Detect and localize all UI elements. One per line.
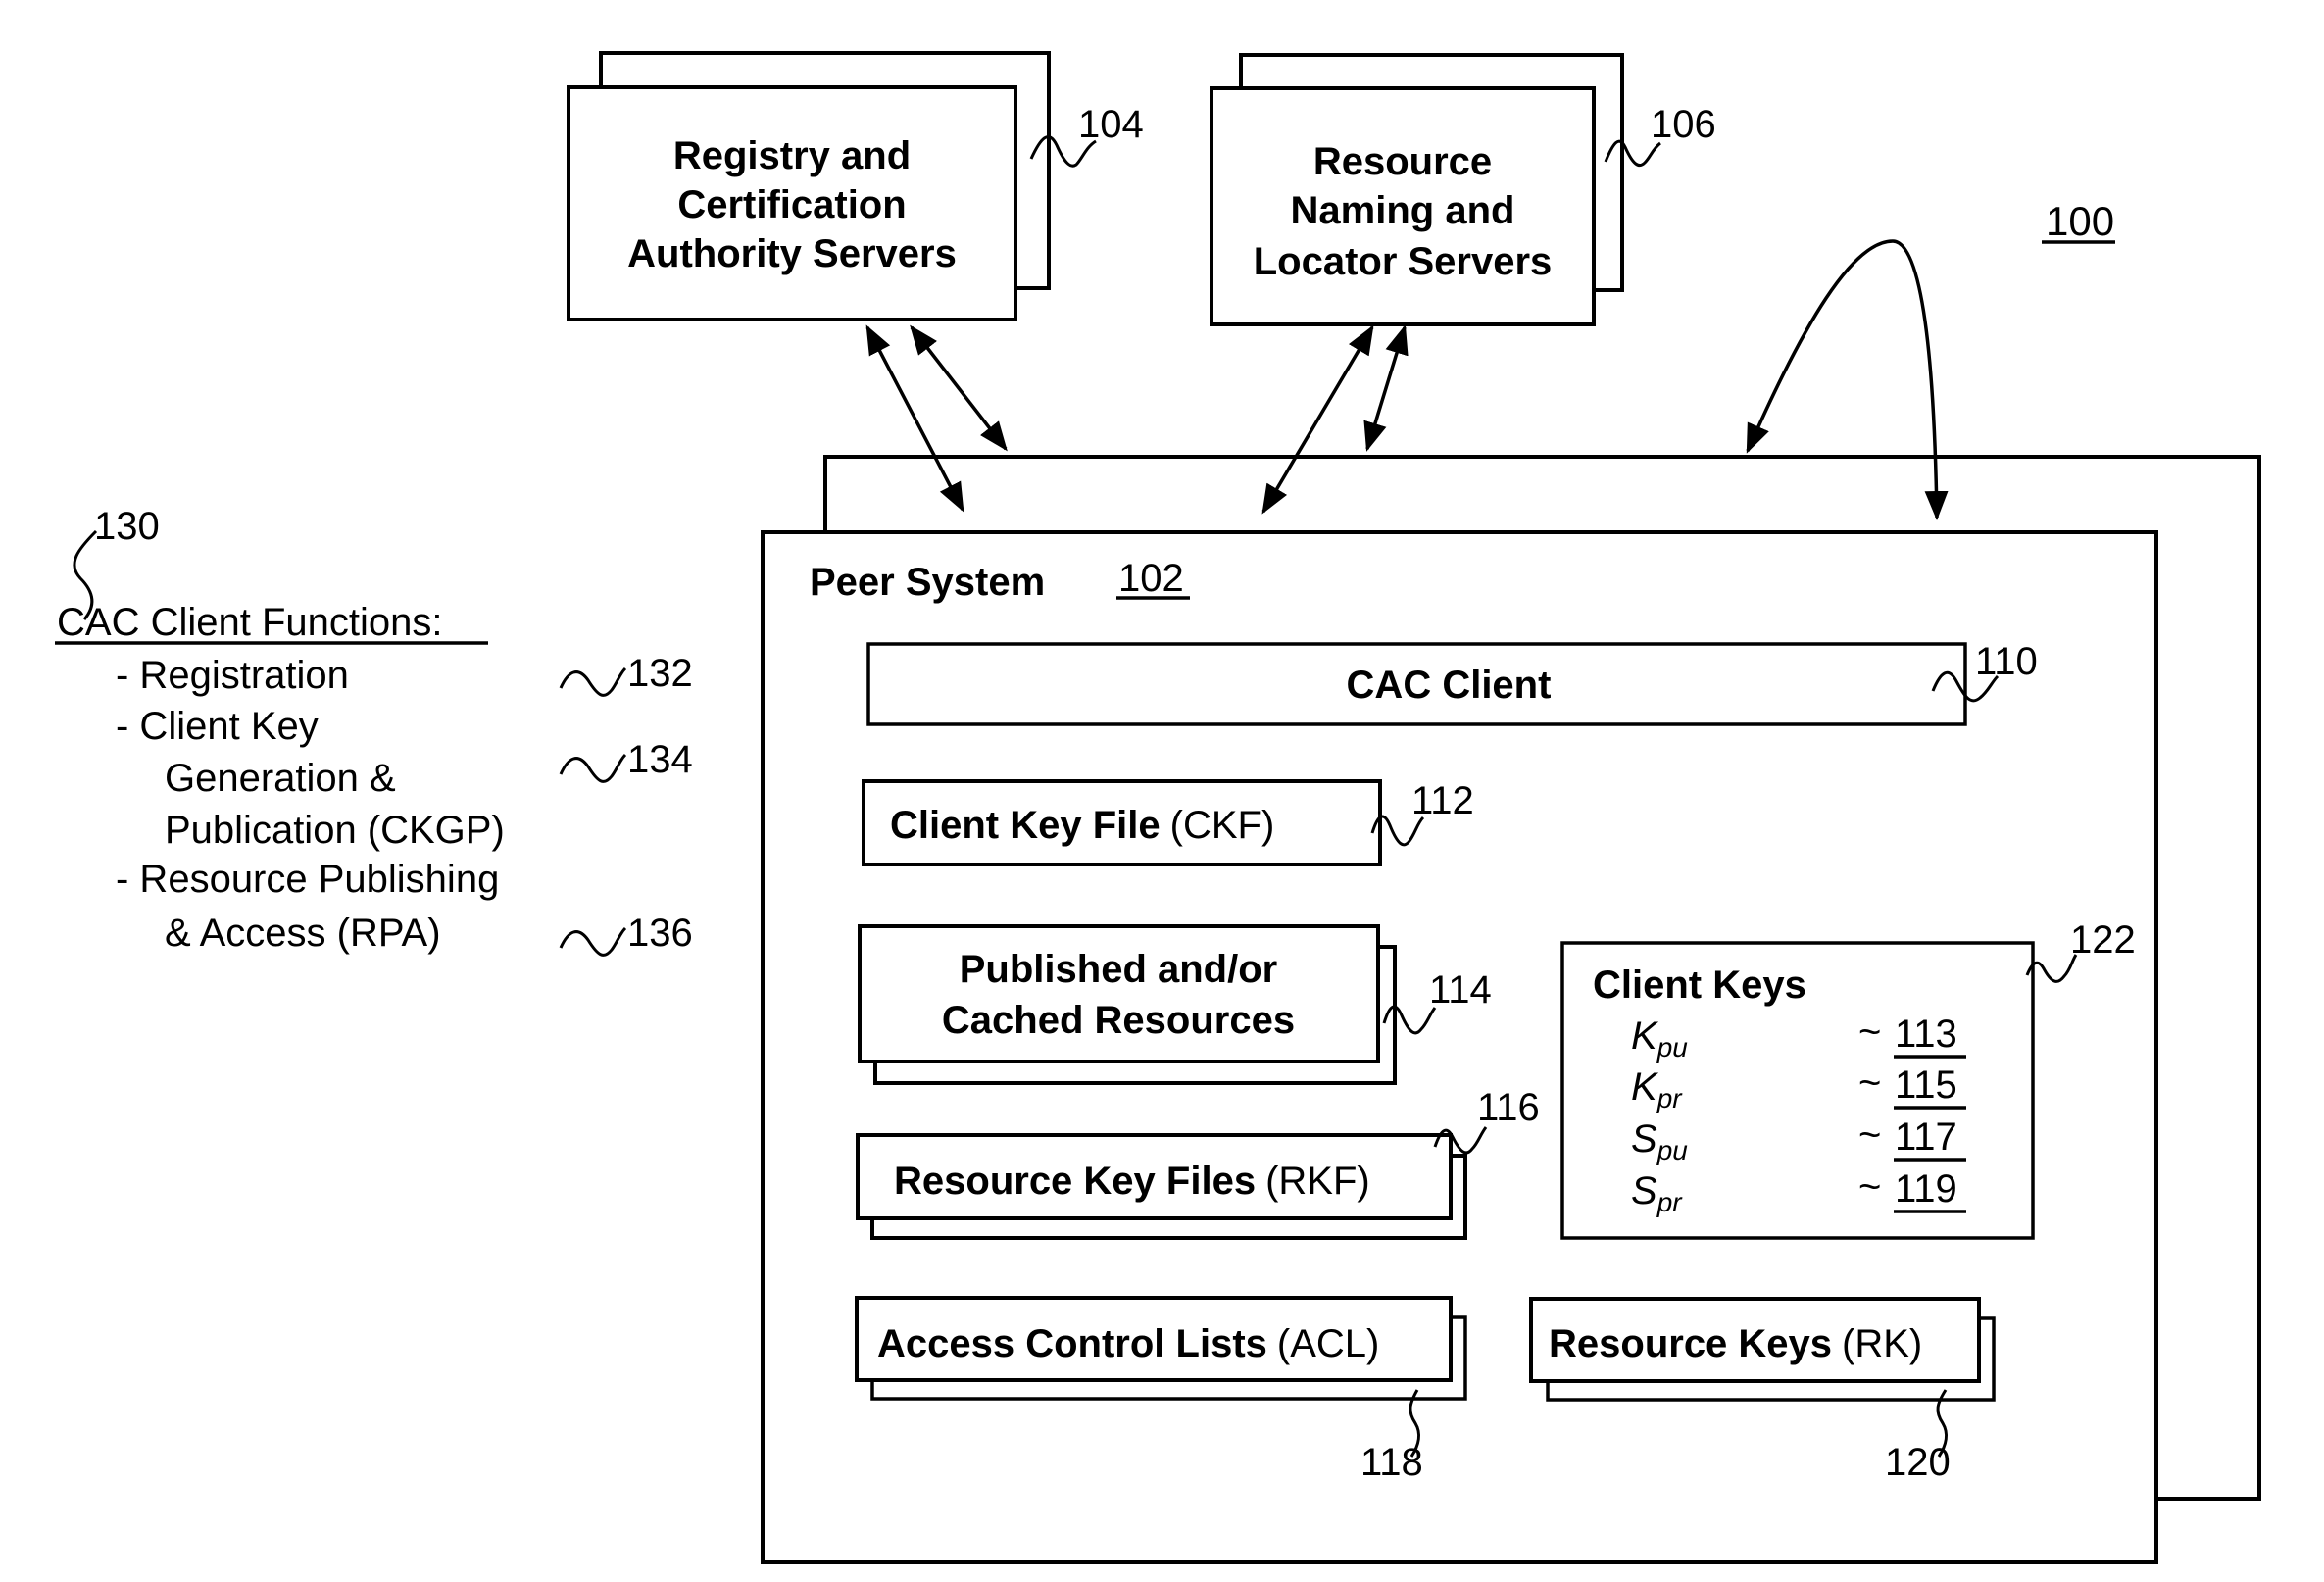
ref-leader-134-icon xyxy=(559,753,627,783)
naming-servers-stack: Resource Naming and Locator Servers xyxy=(1210,53,1624,326)
client-keys-title: Client Keys xyxy=(1593,964,1806,1007)
resource-keys-ref: 120 xyxy=(1885,1441,1951,1484)
function-ckgp-ref: 134 xyxy=(627,738,693,781)
naming-servers-line-1: Resource xyxy=(1313,140,1492,183)
published-resources-ref: 114 xyxy=(1429,968,1492,1012)
resource-key-files-ref: 116 xyxy=(1477,1086,1540,1129)
acl-label-abbr: (ACL) xyxy=(1277,1322,1379,1365)
client-key-ref: 119 xyxy=(1895,1167,1957,1211)
function-rpa-line-2: & Access (RPA) xyxy=(165,912,441,955)
function-registration-line-1: - Registration xyxy=(116,654,349,697)
registry-servers-line-1: Registry and xyxy=(673,134,911,177)
acl-ref: 118 xyxy=(1360,1441,1423,1484)
tilde-icon: ~ xyxy=(1858,1011,1881,1054)
registry-servers-line-3: Authority Servers xyxy=(627,232,957,275)
naming-servers-ref: 106 xyxy=(1651,103,1716,146)
client-key-file-label: Client Key File (CKF) xyxy=(890,804,1274,847)
cac-client-label: CAC Client xyxy=(1347,664,1552,707)
registry-servers-ref: 104 xyxy=(1078,103,1144,146)
figure-label: 100 xyxy=(2046,198,2114,244)
tilde-icon: ~ xyxy=(1858,1165,1881,1209)
client-key-base: K xyxy=(1631,1014,1659,1058)
resource-key-files-label: Resource Key Files (RKF) xyxy=(894,1160,1370,1203)
client-key-ref: 115 xyxy=(1895,1063,1957,1107)
arrow-registry-peer-back xyxy=(910,324,1008,452)
function-rpa-line-1: - Resource Publishing xyxy=(116,858,499,901)
function-registration-ref: 132 xyxy=(627,652,693,695)
naming-servers-line-3: Locator Servers xyxy=(1254,240,1553,283)
resource-key-files-label-bold: Resource Key Files xyxy=(894,1160,1256,1203)
peer-system-ref: 102 xyxy=(1118,557,1184,600)
resource-key-files-label-abbr: (RKF) xyxy=(1265,1160,1370,1203)
client-keys-ref: 122 xyxy=(2070,918,2136,962)
patent-diagram: 100 Registry and Certification Authority… xyxy=(55,51,2261,1564)
client-key-base: K xyxy=(1631,1065,1659,1109)
acl-label-bold: Access Control Lists xyxy=(877,1322,1267,1365)
client-key-subscript: pr xyxy=(1656,1083,1684,1113)
client-key-subscript: pr xyxy=(1656,1187,1684,1217)
resource-keys-label-bold: Resource Keys xyxy=(1549,1322,1832,1365)
function-ckgp-line-2: Generation & xyxy=(165,757,396,800)
client-key-base: S xyxy=(1631,1117,1657,1161)
published-resources-line-2: Cached Resources xyxy=(942,999,1295,1042)
function-ckgp-line-3: Publication (CKGP) xyxy=(165,809,505,852)
resource-keys-label-abbr: (RK) xyxy=(1842,1322,1922,1365)
client-key-file-ref: 112 xyxy=(1411,779,1474,822)
peer-system-title: Peer System xyxy=(810,561,1045,604)
registry-servers-stack: Registry and Certification Authority Ser… xyxy=(567,51,1051,321)
ref-leader-132-icon xyxy=(559,667,627,697)
client-key-file-label-abbr: (CKF) xyxy=(1170,804,1275,847)
registry-servers-line-2: Certification xyxy=(677,183,906,226)
cac-client-ref: 110 xyxy=(1975,640,2038,683)
client-key-subscript: pu xyxy=(1656,1135,1689,1165)
function-ckgp-line-1: - Client Key xyxy=(116,705,319,748)
client-key-ref: 113 xyxy=(1895,1013,1957,1056)
tilde-icon: ~ xyxy=(1858,1113,1881,1157)
client-key-subscript: pu xyxy=(1656,1032,1689,1063)
resource-keys-label: Resource Keys (RK) xyxy=(1549,1322,1922,1365)
naming-servers-line-2: Naming and xyxy=(1291,189,1515,232)
client-key-file-label-bold: Client Key File xyxy=(890,804,1161,847)
client-functions-ref: 130 xyxy=(94,505,160,548)
client-key-ref: 117 xyxy=(1895,1115,1957,1159)
published-resources-line-1: Published and/or xyxy=(960,948,1277,991)
ref-leader-136-icon xyxy=(559,926,627,957)
client-functions-title: CAC Client Functions: xyxy=(57,601,442,644)
arrow-naming-peer-back xyxy=(1363,324,1409,452)
function-rpa-ref: 136 xyxy=(627,912,693,955)
client-key-base: S xyxy=(1631,1169,1657,1212)
acl-label: Access Control Lists (ACL) xyxy=(877,1322,1379,1365)
tilde-icon: ~ xyxy=(1858,1062,1881,1105)
